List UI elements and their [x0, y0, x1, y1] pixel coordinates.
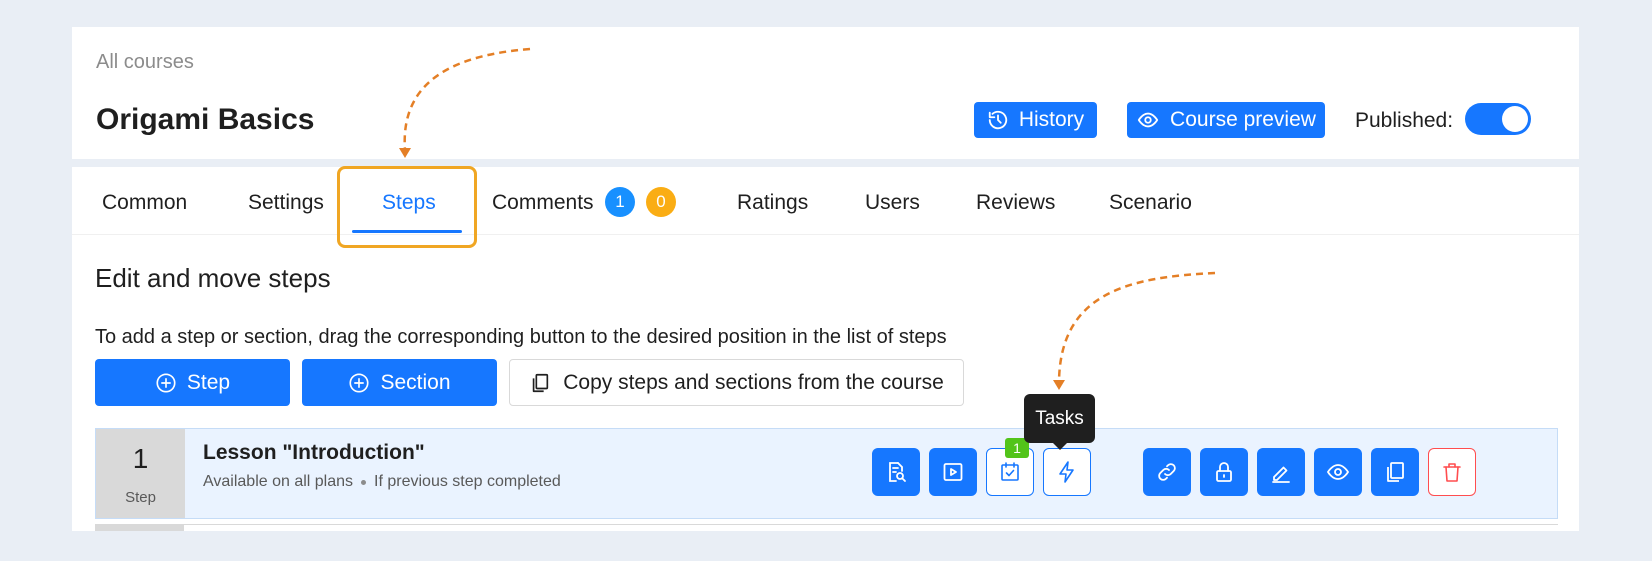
link-icon: [1158, 463, 1176, 481]
page-title: Origami Basics: [96, 103, 315, 136]
copy-steps-label: Copy steps and sections from the course: [563, 370, 944, 394]
trash-icon: [1443, 463, 1461, 482]
tab-users[interactable]: Users: [865, 191, 920, 215]
copy-steps-button[interactable]: Copy steps and sections from the course: [509, 359, 964, 406]
play-video-icon: [943, 463, 963, 481]
drag-hint-text: To add a step or section, drag the corre…: [95, 326, 947, 348]
steps-tab-highlight: [337, 166, 477, 248]
step-meta: Available on all plans If previous step …: [203, 473, 561, 491]
comments-badge-pending: 0: [646, 187, 676, 217]
tooltip-arrow: [1052, 442, 1068, 450]
step-number-box[interactable]: 1 Step: [96, 429, 185, 518]
step-number: 1: [132, 443, 149, 474]
copy-icon: [1387, 462, 1404, 482]
tab-reviews[interactable]: Reviews: [976, 191, 1055, 215]
history-label: History: [1018, 108, 1085, 131]
step-triggers-button[interactable]: [1043, 448, 1091, 496]
eye-icon: [1137, 112, 1159, 128]
step-plan-availability: Available on all plans: [203, 473, 354, 490]
plus-circle-icon: [156, 372, 176, 393]
tab-settings[interactable]: Settings: [248, 191, 324, 215]
step-video-button[interactable]: [929, 448, 977, 496]
published-toggle[interactable]: [1465, 103, 1531, 135]
breadcrumb-all-courses[interactable]: All courses: [96, 51, 194, 74]
tab-scenario[interactable]: Scenario: [1109, 191, 1192, 215]
lightning-icon: [1059, 461, 1074, 483]
tasks-tooltip: Tasks: [1024, 394, 1095, 443]
comments-badge-new: 1: [605, 187, 635, 217]
course-header-card: All courses Origami Basics History Cours…: [72, 27, 1579, 159]
next-step-row-partial: [95, 524, 1558, 531]
step-lock-button[interactable]: [1200, 448, 1248, 496]
step-title[interactable]: Lesson "Introduction": [203, 441, 425, 465]
step-delete-button[interactable]: [1428, 448, 1476, 496]
step-copy-button[interactable]: [1371, 448, 1419, 496]
add-section-button[interactable]: Section: [302, 359, 497, 406]
step-content-button[interactable]: [872, 448, 920, 496]
step-preview-button[interactable]: [1314, 448, 1362, 496]
eye-icon: [1326, 464, 1350, 480]
tasks-calendar-check-icon: [1001, 462, 1019, 481]
plus-circle-icon: [349, 372, 370, 393]
lock-icon: [1216, 462, 1232, 482]
add-section-label: Section: [380, 370, 451, 394]
tab-comments[interactable]: Comments: [492, 191, 594, 215]
step-type-label: Step: [125, 489, 156, 506]
step-edit-button[interactable]: [1257, 448, 1305, 496]
step-link-button[interactable]: [1143, 448, 1191, 496]
meta-separator-dot: [361, 479, 367, 485]
toggle-knob: [1502, 106, 1528, 132]
tab-ratings[interactable]: Ratings: [737, 191, 808, 215]
add-step-label: Step: [186, 370, 231, 394]
edit-pencil-icon: [1272, 466, 1290, 483]
add-step-button[interactable]: Step: [95, 359, 290, 406]
course-preview-label: Course preview: [1170, 108, 1316, 131]
course-content-card: Common Settings Steps Comments 1 0 Ratin…: [72, 167, 1579, 531]
clock-history-icon: [988, 110, 1007, 130]
copy-icon: [532, 373, 549, 392]
document-search-icon: [889, 462, 906, 482]
step-row[interactable]: 1 Step Lesson "Introduction" Available o…: [95, 428, 1558, 519]
published-label: Published:: [1355, 109, 1454, 132]
step-condition: If previous step completed: [374, 473, 561, 490]
tab-common[interactable]: Common: [102, 191, 187, 215]
tab-bar: Common Settings Steps Comments 1 0 Ratin…: [72, 167, 1579, 235]
course-preview-button[interactable]: Course preview: [1127, 102, 1325, 138]
history-button[interactable]: History: [974, 102, 1097, 138]
next-step-number-box: [95, 525, 184, 531]
section-title: Edit and move steps: [95, 263, 331, 293]
